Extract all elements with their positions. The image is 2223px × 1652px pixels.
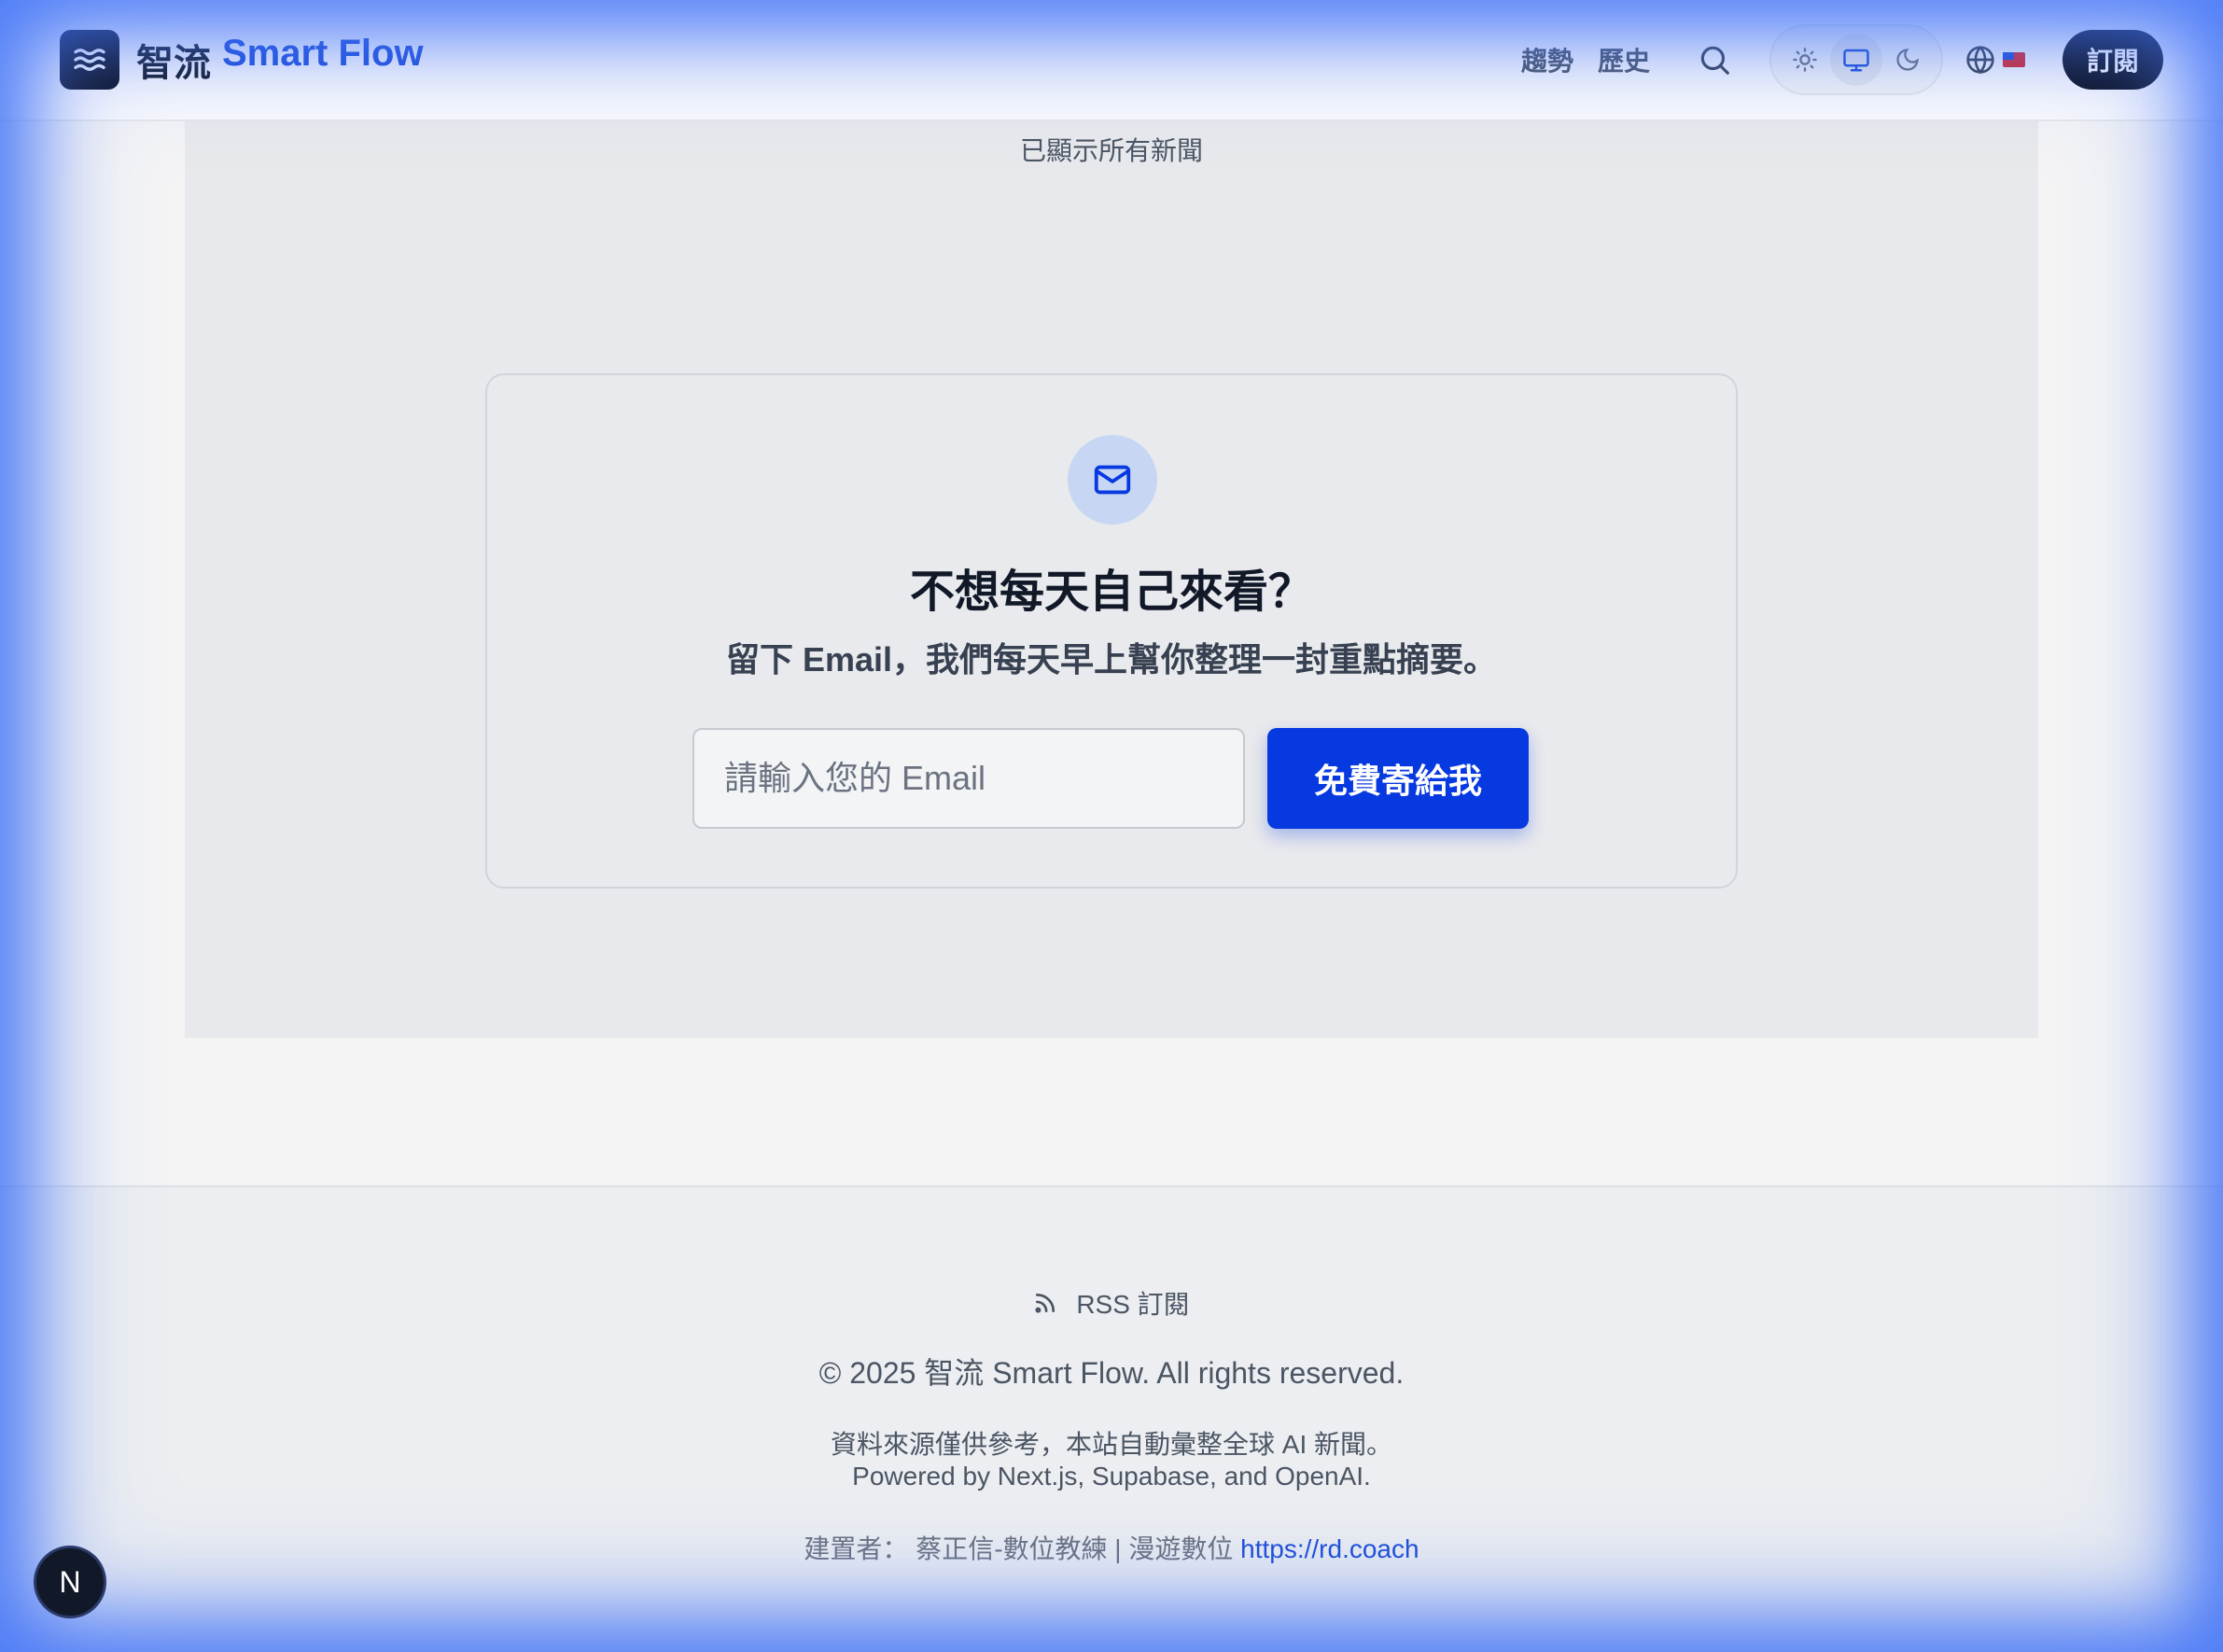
waves-icon (74, 49, 105, 71)
mail-icon-badge (1068, 435, 1157, 525)
brand-chinese: 智流 (136, 43, 211, 84)
theme-switcher (1769, 24, 1943, 95)
globe-icon (1966, 46, 1994, 75)
flag-icon (2002, 52, 2025, 67)
sun-icon (1792, 48, 1817, 72)
language-button[interactable] (1965, 45, 2025, 75)
logo[interactable] (60, 30, 119, 90)
rss-link[interactable]: RSS 訂閱 (0, 1284, 2223, 1322)
moon-icon (1896, 49, 1920, 71)
theme-light-button[interactable] (1779, 34, 1830, 86)
search-icon (1700, 46, 1729, 75)
newsletter-title: 不想每天自己來看？ (909, 567, 1313, 617)
builder-credit: 建置者： 蔡正信-數位教練 | 漫遊數位 https://rd.coach (0, 1529, 2223, 1566)
footer-note-powered: Powered by Next.js, Supabase, and OpenAI… (852, 1462, 1371, 1491)
all-news-shown-text: 已顯示所有新聞 (1019, 136, 1203, 165)
send-free-button[interactable]: 免費寄給我 (1267, 728, 1529, 829)
brand-name[interactable]: 智流 Smart Flow (136, 33, 424, 87)
theme-dark-button[interactable] (1882, 34, 1934, 86)
search-button[interactable] (1691, 36, 1738, 83)
nav-history[interactable]: 歷史 (1598, 41, 1650, 78)
newsletter-subtitle: 留下 Email，我們每天早上幫你整理一封重點摘要。 (725, 640, 1498, 679)
theme-system-button[interactable] (1830, 34, 1882, 86)
subscribe-button[interactable]: 訂閱 (2062, 30, 2163, 90)
builder-link[interactable]: https://rd.coach (1240, 1534, 1419, 1563)
header-nav: 趨勢 歷史 訂閱 (1521, 24, 2163, 95)
newsletter-card: 不想每天自己來看？ 留下 Email，我們每天早上幫你整理一封重點摘要。 免費寄… (485, 373, 1738, 889)
builder-prefix: 建置者： 蔡正信-數位教練 | 漫遊數位 (804, 1534, 1241, 1563)
main-panel: 已顯示所有新聞 不想每天自己來看？ 留下 Email，我們每天早上幫你整理一封重… (185, 121, 2038, 1038)
rss-label: RSS 訂閱 (1076, 1290, 1190, 1319)
copyright-text: © 2025 智流 Smart Flow. All rights reserve… (818, 1356, 1405, 1390)
page-footer: RSS 訂閱 © 2025 智流 Smart Flow. All rights … (0, 1185, 2223, 1652)
brand-english: Smart Flow (222, 33, 424, 74)
monitor-icon (1843, 49, 1869, 72)
nav-trends[interactable]: 趨勢 (1521, 41, 1573, 78)
email-input[interactable] (692, 728, 1245, 829)
top-header: 智流 Smart Flow 趨勢 歷史 訂閱 (0, 0, 2223, 121)
nextjs-dev-badge[interactable]: N (34, 1546, 106, 1618)
footer-note-source: 資料來源僅供參考，本站自動彙整全球 AI 新聞。 (830, 1430, 1393, 1459)
mail-icon (1094, 465, 1131, 495)
rss-icon (1035, 1293, 1056, 1313)
